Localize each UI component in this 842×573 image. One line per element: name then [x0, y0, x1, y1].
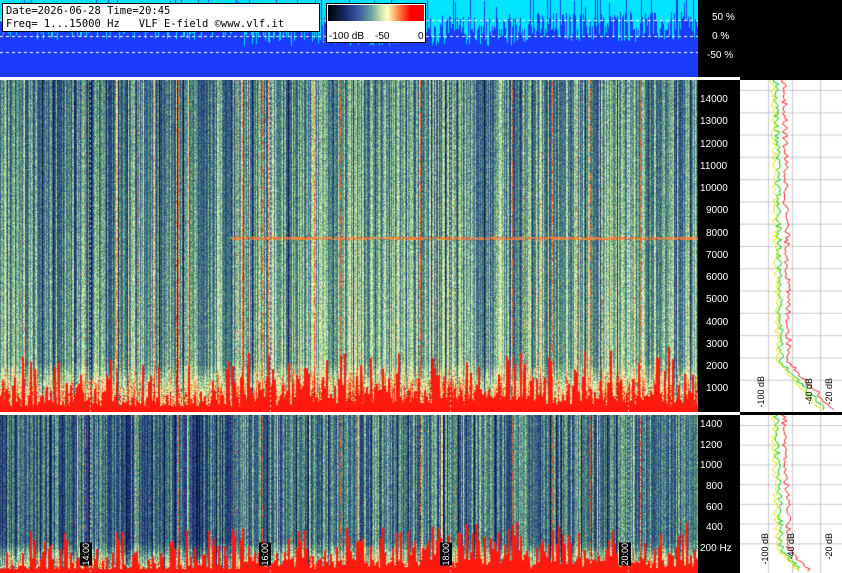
freq-label-600: 600 — [706, 502, 723, 513]
freq-label-13000: 13000 — [700, 116, 728, 127]
scale-label-max: 0 — [418, 31, 424, 42]
freq-label-400: 400 — [706, 522, 723, 533]
freq-label-10000: 10000 — [700, 183, 728, 194]
percent-label-0: 0 % — [712, 31, 730, 42]
db-label-lower-min: -100 dB — [760, 533, 770, 565]
freq-label-5000: 5000 — [706, 294, 729, 305]
db-label-lower-mid: -40 dB — [786, 533, 796, 560]
db-label-upper-min: -100 dB — [756, 376, 766, 408]
freq-range-text: Freq= 1...15000 Hz VLF E-field ©www.vlf.… — [6, 18, 285, 30]
freq-label-8000: 8000 — [706, 228, 729, 239]
freq-label-9000: 9000 — [706, 205, 729, 216]
freq-label-1000: 1000 — [706, 383, 729, 394]
freq-label-11000: 11000 — [700, 161, 728, 172]
freq-label-6000: 6000 — [706, 272, 729, 283]
info-box: Date=2026-06-28 Time=20:45 Freq= 1...150… — [2, 3, 320, 32]
date-time-text: Date=2026-06-28 Time=20:45 — [6, 5, 171, 17]
freq-label-14000: 14000 — [700, 94, 728, 105]
db-label-upper-max: -20 dB — [824, 378, 834, 405]
freq-label-3000: 3000 — [706, 339, 729, 350]
freq-label-1200: 1200 — [700, 440, 723, 451]
db-label-lower-max: -20 dB — [824, 533, 834, 560]
freq-label-800: 800 — [706, 481, 723, 492]
color-scale: -100 dB -50 0 — [326, 3, 426, 43]
freq-label-2000: 2000 — [706, 361, 729, 372]
time-label-1800: 18:00 — [440, 543, 452, 566]
spectrum-panel-lower: -100 dB -40 dB -20 dB — [740, 415, 842, 573]
color-scale-bar — [328, 5, 424, 21]
spectrogram-upper — [0, 80, 698, 412]
scale-label-mid: -50 — [375, 31, 390, 42]
freq-label-200: 200 Hz — [700, 543, 732, 554]
freq-label-4000: 4000 — [706, 317, 729, 328]
freq-label-7000: 7000 — [706, 250, 729, 261]
spectrum-upper-plot — [740, 80, 842, 412]
time-label-2000: 20:00 — [619, 543, 631, 566]
freq-label-12000: 12000 — [700, 139, 728, 150]
db-label-upper-mid: -40 dB — [804, 378, 814, 405]
spectrogram-upper-image — [0, 80, 698, 412]
percent-label-minus50: -50 % — [707, 50, 734, 61]
freq-label-1000: 1000 — [700, 460, 723, 471]
scale-label-min: -100 dB — [329, 31, 365, 42]
spectrogram-lower-image — [0, 415, 698, 573]
spectrogram-lower — [0, 415, 698, 573]
time-label-1400: 14:00 — [80, 543, 92, 566]
spectrum-panel-upper: -100 dB -40 dB -20 dB — [740, 80, 842, 412]
vlf-monitor: { "info": { "line1": "Date=2026-06-28 Ti… — [0, 0, 842, 573]
time-label-1600: 16:00 — [259, 543, 271, 566]
percent-label-50: 50 % — [712, 12, 735, 23]
freq-label-1400: 1400 — [700, 419, 723, 430]
